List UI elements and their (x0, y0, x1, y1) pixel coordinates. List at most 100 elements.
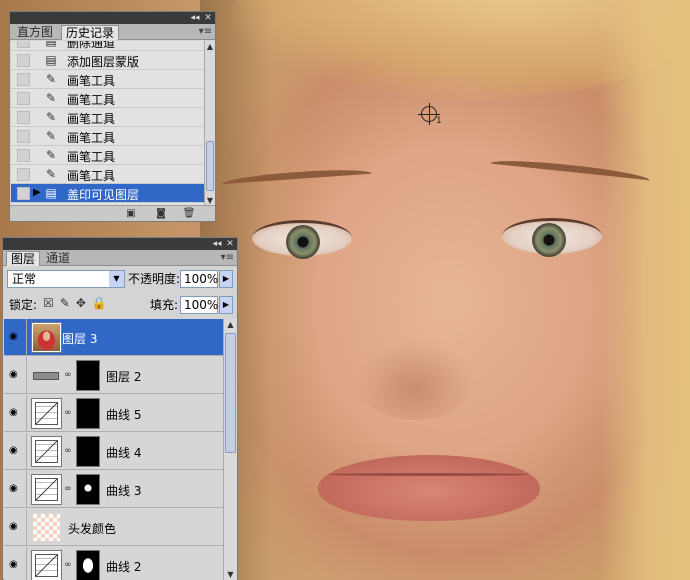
scroll-up-icon[interactable]: ▲ (205, 41, 215, 53)
divider (26, 509, 27, 546)
history-item-selected[interactable]: ▶ ▤ 盖印可见图层 (11, 184, 204, 203)
fill-field[interactable]: 100% (180, 296, 218, 314)
collapse-icon[interactable]: ◂◂ (211, 238, 223, 250)
layer-name[interactable]: 曲线 3 (106, 482, 141, 499)
history-item[interactable]: ▤ 添加图层蒙版 (11, 51, 204, 70)
scroll-down-icon[interactable]: ▼ (224, 569, 237, 580)
eye-icon[interactable]: ◉ (9, 560, 18, 570)
history-item-label: 画笔工具 (67, 74, 116, 88)
chevron-down-icon[interactable]: ▼ (109, 271, 124, 287)
close-icon[interactable]: ✕ (202, 12, 214, 24)
snapshot-checkbox[interactable] (17, 111, 30, 124)
history-item[interactable]: ✎ 画笔工具 (11, 127, 204, 146)
sample-point-icon[interactable] (418, 103, 440, 125)
history-item[interactable]: ✎ 画笔工具 (11, 165, 204, 184)
link-icon[interactable]: ∞ (64, 446, 72, 456)
link-icon[interactable]: ∞ (64, 484, 72, 494)
layer-name[interactable]: 曲线 2 (106, 558, 141, 575)
brush-icon: ✎ (45, 148, 57, 162)
history-item-label: 盖印可见图层 (67, 188, 140, 202)
collapse-icon[interactable]: ◂◂ (189, 12, 201, 24)
panel-title-bar[interactable]: ◂◂ ✕ (10, 12, 215, 24)
eye-icon[interactable]: ◉ (9, 484, 18, 494)
scroll-thumb[interactable] (225, 333, 236, 453)
curves-adjustment-icon (31, 474, 62, 505)
eye-icon[interactable]: ◉ (9, 332, 18, 342)
panel-menu-icon[interactable]: ▾≡ (221, 252, 234, 263)
layer-mask-thumbnail[interactable] (76, 360, 100, 391)
divider (26, 395, 27, 432)
layer-name[interactable]: 头发颜色 (68, 520, 116, 537)
history-item[interactable]: ▤ 删除通道 (11, 41, 204, 51)
link-icon[interactable]: ∞ (64, 408, 72, 418)
fill-arrow-icon[interactable]: ▶ (219, 296, 233, 314)
snapshot-checkbox[interactable] (17, 149, 30, 162)
history-item[interactable]: ✎ 画笔工具 (11, 70, 204, 89)
trash-icon[interactable]: 🗑 (182, 208, 196, 220)
snapshot-checkbox[interactable] (17, 130, 30, 143)
history-item-label: 删除通道 (67, 41, 116, 50)
layer-thumbnail (31, 322, 62, 353)
tab-channels[interactable]: 通道 (42, 251, 74, 266)
eye-icon[interactable]: ◉ (9, 446, 18, 456)
layer-name[interactable]: 图层 3 (62, 330, 97, 347)
snapshot-checkbox[interactable] (17, 92, 30, 105)
link-icon[interactable]: ∞ (64, 370, 72, 380)
lips (318, 455, 540, 521)
layer-row[interactable]: ◉ 头发颜色 (4, 509, 223, 546)
link-icon[interactable]: ∞ (64, 560, 72, 570)
blend-mode-select[interactable]: 正常 ▼ (7, 270, 125, 288)
layer-row[interactable]: ◉ ∞ 曲线 5 (4, 395, 223, 432)
tab-layers[interactable]: 图层 (6, 251, 41, 266)
new-document-from-state-icon[interactable]: ▣ (124, 208, 138, 220)
history-item-label: 画笔工具 (67, 93, 116, 107)
snapshot-checkbox[interactable] (17, 168, 30, 181)
layer-row[interactable]: ◉ ∞ 图层 2 (4, 357, 223, 394)
layer-name[interactable]: 曲线 5 (106, 406, 141, 423)
snapshot-checkbox[interactable] (17, 41, 30, 48)
eye-icon[interactable]: ◉ (9, 370, 18, 380)
layer-row[interactable]: ◉ ∞ 曲线 2 (4, 547, 223, 580)
snapshot-checkbox[interactable] (17, 54, 30, 67)
panel-menu-icon[interactable]: ▾≡ (199, 26, 212, 37)
history-item[interactable]: ✎ 画笔工具 (11, 146, 204, 165)
layer-mask-thumbnail[interactable] (76, 550, 100, 580)
history-item[interactable]: ✎ 画笔工具 (11, 89, 204, 108)
history-tabs: 直方图 历史记录 ▾≡ (10, 24, 215, 40)
layer-mask-thumbnail[interactable] (76, 474, 100, 505)
snapshot-checkbox[interactable] (17, 187, 30, 200)
layer-name[interactable]: 曲线 4 (106, 444, 141, 461)
history-list: ▤ 删除通道 ▤ 添加图层蒙版 ✎ 画笔工具 ✎ 画笔工具 ✎ 画笔工具 ✎ 画… (11, 41, 204, 207)
history-item-label: 画笔工具 (67, 112, 116, 126)
tab-history[interactable]: 历史记录 (61, 25, 120, 40)
panel-title-bar[interactable]: ◂◂ ✕ (3, 238, 237, 250)
layer-mask-thumbnail[interactable] (76, 398, 100, 429)
close-icon[interactable]: ✕ (224, 238, 236, 250)
scroll-thumb[interactable] (206, 141, 214, 191)
opacity-arrow-icon[interactable]: ▶ (219, 270, 233, 288)
tab-histogram[interactable]: 直方图 (13, 25, 57, 40)
lock-icons[interactable]: ☒✎✥🔒 (43, 296, 113, 310)
layers-scrollbar[interactable]: ▲ ▼ (223, 319, 237, 580)
layers-panel: ◂◂ ✕ 图层 通道 ▾≡ 正常 ▼ 不透明度: 100% ▶ 锁定: ☒✎✥🔒… (2, 237, 238, 580)
snapshot-camera-icon[interactable]: ◙ (154, 208, 168, 220)
blend-mode-value: 正常 (12, 272, 37, 286)
layer-mask-thumbnail[interactable] (76, 436, 100, 467)
document-icon: ▤ (45, 53, 57, 67)
layer-row[interactable]: ◉ 图层 3 (4, 319, 223, 356)
layer-list: ◉ 图层 3 ◉ ∞ 图层 2 ◉ ∞ 曲线 5 ◉ ∞ 曲线 4 ◉ ∞ 曲线… (4, 319, 223, 580)
layer-row[interactable]: ◉ ∞ 曲线 4 (4, 433, 223, 470)
brush-icon: ✎ (45, 167, 57, 181)
layer-row[interactable]: ◉ ∞ 曲线 3 (4, 471, 223, 508)
snapshot-checkbox[interactable] (17, 73, 30, 86)
history-scrollbar[interactable]: ▲ ▼ (204, 41, 215, 207)
eye-icon[interactable]: ◉ (9, 408, 18, 418)
history-item[interactable]: ✎ 画笔工具 (11, 108, 204, 127)
right-eye (502, 218, 602, 257)
opacity-field[interactable]: 100% (180, 270, 218, 288)
document-icon: ▤ (45, 186, 57, 200)
lock-label: 锁定: (9, 298, 38, 312)
eye-icon[interactable]: ◉ (9, 522, 18, 532)
layer-name[interactable]: 图层 2 (106, 368, 141, 385)
scroll-up-icon[interactable]: ▲ (224, 319, 237, 331)
